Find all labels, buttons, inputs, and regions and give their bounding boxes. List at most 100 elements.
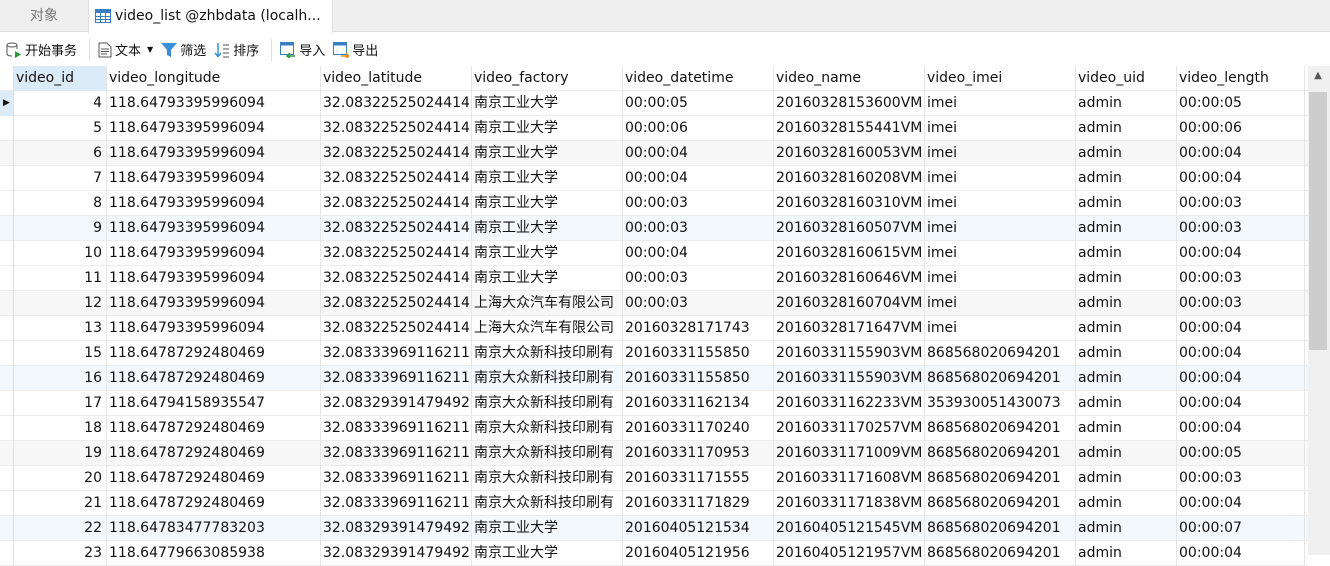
current-row-marker-icon[interactable]: ▶ bbox=[0, 91, 14, 116]
row-header[interactable] bbox=[0, 391, 14, 416]
row-header[interactable] bbox=[0, 116, 14, 141]
cell-video-datetime[interactable]: 00:00:04 bbox=[623, 141, 774, 166]
cell-video-imei[interactable]: 868568020694201 bbox=[925, 416, 1076, 441]
cell-video-name[interactable]: 20160328171647VM bbox=[774, 316, 925, 341]
cell-video-imei[interactable]: imei bbox=[925, 166, 1076, 191]
cell-video-datetime[interactable]: 00:00:05 bbox=[623, 91, 774, 116]
cell-video-longitude[interactable]: 118.64779663085938 bbox=[107, 541, 321, 566]
cell-video-factory[interactable]: 南京工业大学 bbox=[472, 516, 623, 541]
cell-video-latitude[interactable]: 32.08322525024414 bbox=[321, 91, 472, 116]
cell-video-name[interactable]: 20160328155441VM bbox=[774, 116, 925, 141]
column-header-video-length[interactable]: video_length bbox=[1177, 66, 1305, 91]
cell-video-uid[interactable]: admin bbox=[1076, 141, 1177, 166]
cell-video-datetime[interactable]: 20160331155850 bbox=[623, 341, 774, 366]
cell-video-uid[interactable]: admin bbox=[1076, 441, 1177, 466]
cell-video-longitude[interactable]: 118.64787292480469 bbox=[107, 441, 321, 466]
cell-video-factory[interactable]: 南京工业大学 bbox=[472, 141, 623, 166]
cell-video-length[interactable]: 00:00:06 bbox=[1177, 116, 1305, 141]
cell-video-uid[interactable]: admin bbox=[1076, 391, 1177, 416]
cell-video-imei[interactable]: 868568020694201 bbox=[925, 516, 1076, 541]
cell-video-length[interactable]: 00:00:04 bbox=[1177, 316, 1305, 341]
cell-video-longitude[interactable]: 118.64793395996094 bbox=[107, 266, 321, 291]
tab-video-list[interactable]: video_list @zhbdata (localh... bbox=[88, 0, 333, 33]
cell-video-uid[interactable]: admin bbox=[1076, 366, 1177, 391]
cell-video-datetime[interactable]: 00:00:03 bbox=[623, 266, 774, 291]
cell-video-uid[interactable]: admin bbox=[1076, 116, 1177, 141]
cell-video-length[interactable]: 00:00:04 bbox=[1177, 241, 1305, 266]
cell-video-uid[interactable]: admin bbox=[1076, 416, 1177, 441]
column-header-video-factory[interactable]: video_factory bbox=[472, 66, 623, 91]
cell-video-length[interactable]: 00:00:05 bbox=[1177, 441, 1305, 466]
cell-video-uid[interactable]: admin bbox=[1076, 516, 1177, 541]
cell-video-uid[interactable]: admin bbox=[1076, 316, 1177, 341]
cell-video-uid[interactable]: admin bbox=[1076, 241, 1177, 266]
row-header[interactable] bbox=[0, 441, 14, 466]
cell-video-name[interactable]: 20160331171009VM bbox=[774, 441, 925, 466]
cell-video-imei[interactable]: imei bbox=[925, 316, 1076, 341]
row-header[interactable] bbox=[0, 141, 14, 166]
cell-video-length[interactable]: 00:00:03 bbox=[1177, 191, 1305, 216]
cell-video-id[interactable]: 21 bbox=[14, 491, 107, 516]
table-row[interactable]: 18 118.64787292480469 32.08333969116211 南京大… bbox=[0, 416, 1308, 441]
cell-video-name[interactable]: 20160328153600VM bbox=[774, 91, 925, 116]
cell-video-datetime[interactable]: 00:00:03 bbox=[623, 291, 774, 316]
cell-video-longitude[interactable]: 118.64794158935547 bbox=[107, 391, 321, 416]
row-header[interactable] bbox=[0, 491, 14, 516]
cell-video-name[interactable]: 20160328160615VM bbox=[774, 241, 925, 266]
cell-video-datetime[interactable]: 00:00:04 bbox=[623, 166, 774, 191]
cell-video-longitude[interactable]: 118.64783477783203 bbox=[107, 516, 321, 541]
cell-video-factory[interactable]: 南京大众新科技印刷有 bbox=[472, 466, 623, 491]
table-row[interactable]: 17 118.64794158935547 32.08329391479492 南京大… bbox=[0, 391, 1308, 416]
cell-video-uid[interactable]: admin bbox=[1076, 341, 1177, 366]
row-header[interactable] bbox=[0, 241, 14, 266]
scroll-up-icon[interactable]: ▲ bbox=[1308, 70, 1328, 81]
cell-video-name[interactable]: 20160328160208VM bbox=[774, 166, 925, 191]
cell-video-uid[interactable]: admin bbox=[1076, 266, 1177, 291]
cell-video-latitude[interactable]: 32.08322525024414 bbox=[321, 316, 472, 341]
table-row[interactable]: 9 118.64793395996094 32.08322525024414 南京工业… bbox=[0, 216, 1308, 241]
cell-video-imei[interactable]: imei bbox=[925, 91, 1076, 116]
cell-video-longitude[interactable]: 118.64793395996094 bbox=[107, 316, 321, 341]
cell-video-imei[interactable]: imei bbox=[925, 116, 1076, 141]
begin-transaction-button[interactable]: 开始事务 bbox=[6, 40, 77, 59]
cell-video-uid[interactable]: admin bbox=[1076, 166, 1177, 191]
cell-video-factory[interactable]: 南京工业大学 bbox=[472, 241, 623, 266]
cell-video-length[interactable]: 00:00:05 bbox=[1177, 91, 1305, 116]
cell-video-latitude[interactable]: 32.08329391479492 bbox=[321, 391, 472, 416]
cell-video-datetime[interactable]: 00:00:03 bbox=[623, 216, 774, 241]
cell-video-latitude[interactable]: 32.08329391479492 bbox=[321, 541, 472, 566]
cell-video-latitude[interactable]: 32.08322525024414 bbox=[321, 191, 472, 216]
cell-video-imei[interactable]: 353930051430073 bbox=[925, 391, 1076, 416]
cell-video-factory[interactable]: 南京工业大学 bbox=[472, 166, 623, 191]
cell-video-datetime[interactable]: 00:00:06 bbox=[623, 116, 774, 141]
row-header[interactable] bbox=[0, 341, 14, 366]
vertical-scrollbar[interactable]: ▲ bbox=[1308, 66, 1330, 555]
cell-video-longitude[interactable]: 118.64787292480469 bbox=[107, 366, 321, 391]
column-header-video-uid[interactable]: video_uid bbox=[1076, 66, 1177, 91]
cell-video-id[interactable]: 5 bbox=[14, 116, 107, 141]
cell-video-latitude[interactable]: 32.08322525024414 bbox=[321, 216, 472, 241]
cell-video-uid[interactable]: admin bbox=[1076, 216, 1177, 241]
cell-video-name[interactable]: 20160405121545VM bbox=[774, 516, 925, 541]
cell-video-datetime[interactable]: 20160331162134 bbox=[623, 391, 774, 416]
cell-video-imei[interactable]: imei bbox=[925, 266, 1076, 291]
text-button[interactable]: 文本 ▼ bbox=[98, 40, 153, 59]
cell-video-longitude[interactable]: 118.64793395996094 bbox=[107, 91, 321, 116]
cell-video-name[interactable]: 20160331155903VM bbox=[774, 341, 925, 366]
cell-video-latitude[interactable]: 32.08322525024414 bbox=[321, 141, 472, 166]
cell-video-length[interactable]: 00:00:04 bbox=[1177, 416, 1305, 441]
row-header[interactable] bbox=[0, 366, 14, 391]
cell-video-uid[interactable]: admin bbox=[1076, 191, 1177, 216]
cell-video-factory[interactable]: 上海大众汽车有限公司 bbox=[472, 291, 623, 316]
column-header-video-latitude[interactable]: video_latitude bbox=[321, 66, 472, 91]
cell-video-id[interactable]: 23 bbox=[14, 541, 107, 566]
cell-video-factory[interactable]: 南京工业大学 bbox=[472, 191, 623, 216]
cell-video-latitude[interactable]: 32.08333969116211 bbox=[321, 441, 472, 466]
cell-video-imei[interactable]: imei bbox=[925, 141, 1076, 166]
table-row[interactable]: 19 118.64787292480469 32.08333969116211 南京大… bbox=[0, 441, 1308, 466]
cell-video-id[interactable]: 9 bbox=[14, 216, 107, 241]
export-button[interactable]: 导出 bbox=[333, 40, 378, 59]
cell-video-length[interactable]: 00:00:03 bbox=[1177, 216, 1305, 241]
row-header[interactable] bbox=[0, 316, 14, 341]
cell-video-name[interactable]: 20160328160053VM bbox=[774, 141, 925, 166]
